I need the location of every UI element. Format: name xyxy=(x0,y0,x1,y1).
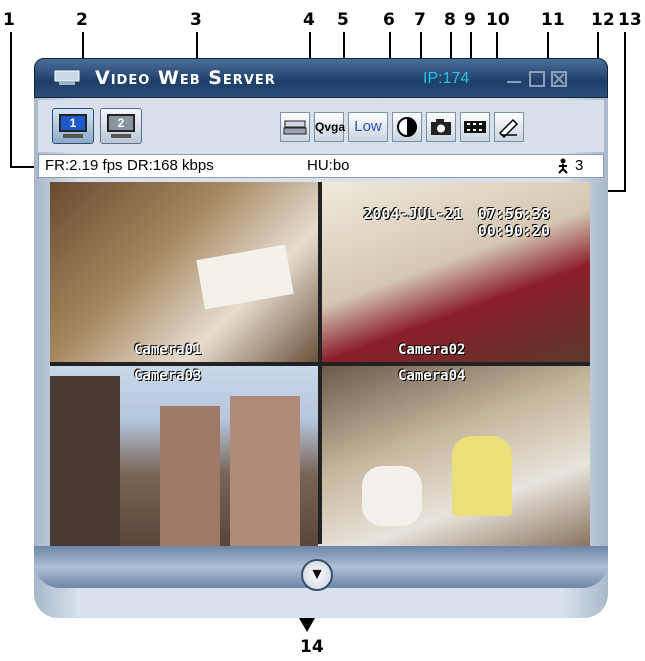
callout-6: 6 xyxy=(383,10,395,30)
channel-1-label: 1 xyxy=(59,114,87,132)
data-rate: DR:168 kbps xyxy=(127,157,214,174)
callout-10: 10 xyxy=(486,10,510,30)
app-icon xyxy=(54,70,80,85)
callout-line-13 xyxy=(624,32,626,192)
callout-line-1 xyxy=(10,32,12,168)
callout-5: 5 xyxy=(337,10,349,30)
chevron-down-icon: ▼ xyxy=(309,566,325,583)
callout-8: 8 xyxy=(444,10,456,30)
callout-7: 7 xyxy=(414,10,426,30)
status-bar: FR:2.19 fps DR:168 kbps HU:bo 3 xyxy=(38,154,604,178)
video-panel[interactable]: Camera01 2004-JUL-21 07:56:38 00:90:20 C… xyxy=(50,182,590,546)
window-body: 1 2 Qvga Low FR:2.19 fps DR:168 kbps HU:… xyxy=(34,98,608,618)
arrow-14 xyxy=(299,618,315,632)
date-time-overlay: 2004-JUL-21 07:56:38 00:90:20 xyxy=(363,206,550,240)
callout-2: 2 xyxy=(76,10,88,30)
callout-14: 14 xyxy=(300,637,324,657)
settings-icon xyxy=(498,118,519,139)
callout-3: 3 xyxy=(190,10,202,30)
callout-9: 9 xyxy=(464,10,476,30)
channel-2-button[interactable]: 2 xyxy=(100,108,142,144)
monitor-base xyxy=(111,134,131,138)
close-icon xyxy=(553,73,565,85)
camera-view-1[interactable]: Camera01 xyxy=(50,182,318,362)
callout-12: 12 xyxy=(591,10,615,30)
video-web-server-window: Video Web Server IP:174 1 2 Qvga Low FR:… xyxy=(34,58,608,618)
camera-view-4[interactable]: Camera04 xyxy=(322,366,590,546)
minimize-button[interactable] xyxy=(507,69,521,85)
quality-button[interactable]: Low xyxy=(348,112,388,142)
title-bar[interactable]: Video Web Server IP:174 xyxy=(34,58,608,98)
resolution-label: Qvga xyxy=(315,120,346,134)
resolution-button[interactable]: Qvga xyxy=(314,112,346,142)
toolbar: 1 2 Qvga Low xyxy=(38,100,604,152)
channel-1-button[interactable]: 1 xyxy=(52,108,94,144)
channel-2-label: 2 xyxy=(107,114,135,132)
user-icon xyxy=(558,158,568,174)
contrast-button[interactable] xyxy=(392,112,422,142)
callout-13: 13 xyxy=(618,10,642,30)
monitor-base xyxy=(63,134,83,138)
osd-date: 2004-JUL-21 xyxy=(363,205,463,223)
camera-label-3: Camera03 xyxy=(134,368,202,384)
osd-time-2: 00:90:20 xyxy=(477,222,550,240)
disk-button[interactable] xyxy=(280,112,310,142)
osd-time: 07:56:38 xyxy=(477,205,550,223)
maximize-button[interactable] xyxy=(529,71,545,87)
camera-label-4: Camera04 xyxy=(398,368,466,384)
close-button[interactable] xyxy=(551,71,567,87)
record-button[interactable] xyxy=(460,112,490,142)
hard-drive-icon xyxy=(283,120,307,135)
camera-icon xyxy=(431,119,451,135)
callout-4: 4 xyxy=(303,10,315,30)
camera-view-3[interactable]: Camera03 xyxy=(50,366,318,546)
user-count: 3 xyxy=(575,157,584,174)
callout-11: 11 xyxy=(541,10,565,30)
snapshot-button[interactable] xyxy=(426,112,456,142)
expand-button[interactable]: ▼ xyxy=(301,559,333,591)
camera-view-2[interactable]: 2004-JUL-21 07:56:38 00:90:20 Camera02 xyxy=(322,182,590,362)
callout-1: 1 xyxy=(3,10,15,30)
camera-label-1: Camera01 xyxy=(134,342,202,358)
contrast-icon xyxy=(397,117,417,137)
hu-status: HU:bo xyxy=(307,157,350,174)
settings-button[interactable] xyxy=(494,112,524,142)
app-title: Video Web Server xyxy=(95,67,276,89)
quality-label: Low xyxy=(354,118,382,135)
frame-rate: FR:2.19 fps xyxy=(45,157,123,174)
camera-label-2: Camera02 xyxy=(398,342,466,358)
ip-label: IP:174 xyxy=(423,70,470,87)
film-icon xyxy=(464,121,486,133)
